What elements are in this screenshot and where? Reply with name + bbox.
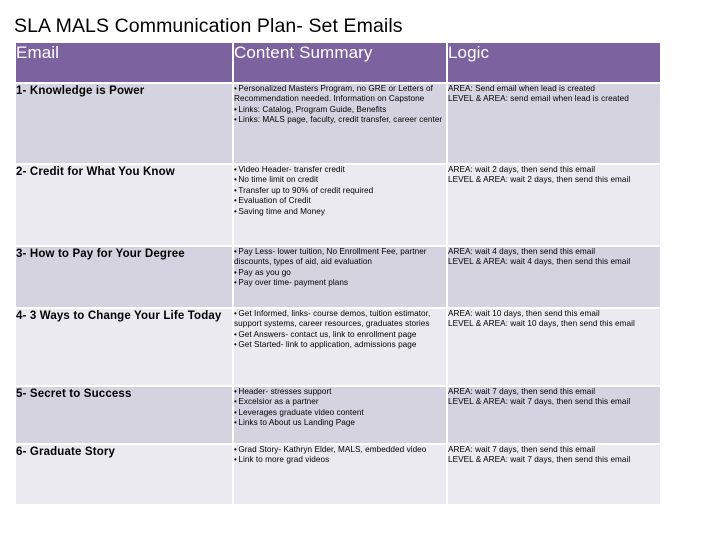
column-header-logic: Logic (446, 41, 662, 84)
cell-logic: AREA: wait 7 days, then send this email L… (446, 443, 662, 506)
table-body: 1- Knowledge is PowerPersonalized Master… (14, 82, 662, 506)
logic-line: LEVEL & AREA: wait 7 days, then send thi… (448, 455, 631, 465)
table-row: 4- 3 Ways to Change Your Life TodayGet I… (14, 307, 662, 387)
content-bullet: Saving time and Money (234, 207, 446, 217)
table-row: 2- Credit for What You KnowVideo Header-… (14, 163, 662, 247)
content-bullet: Links: MALS page, faculty, credit transf… (234, 115, 446, 125)
content-bullet: Link to more grad videos (234, 455, 446, 465)
content-bullet: Excelsior as a partner (234, 397, 446, 407)
table-header: Email Content Summary Logic (14, 41, 662, 84)
content-bullet: Evaluation of Credit (234, 196, 446, 206)
cell-content-summary: Get Informed, links- course demos, tuiti… (232, 307, 448, 387)
content-bullet: Transfer up to 90% of credit required (234, 186, 446, 196)
logic-line: AREA: wait 2 days, then send this email (448, 165, 596, 174)
cell-email: 4- 3 Ways to Change Your Life Today (14, 307, 234, 387)
cell-logic: AREA: wait 10 days, then send this email… (446, 307, 662, 387)
logic-line: LEVEL & AREA: wait 4 days, then send thi… (448, 257, 631, 267)
content-bullet: Pay Less- lower tuition, No Enrollment F… (234, 247, 446, 268)
logic-line: LEVEL & AREA: wait 10 days, then send th… (448, 319, 635, 329)
content-bullet: Pay over time- payment plans (234, 278, 446, 288)
communication-plan-table: Email Content Summary Logic 1- Knowledge… (14, 41, 662, 506)
table-row: 5- Secret to SuccessHeader- stresses sup… (14, 385, 662, 445)
column-header-content: Content Summary (232, 41, 448, 84)
content-bullet: No time limit on credit (234, 175, 446, 185)
cell-email: 2- Credit for What You Know (14, 163, 234, 247)
content-bullet: Video Header- transfer credit (234, 165, 446, 175)
content-bullet: Personalized Masters Program, no GRE or … (234, 84, 446, 105)
content-bullet: Header- stresses support (234, 387, 446, 397)
table-header-row: Email Content Summary Logic (14, 41, 662, 84)
table-row: 1- Knowledge is PowerPersonalized Master… (14, 82, 662, 165)
cell-logic: AREA: Send email when lead is created LEV… (446, 82, 662, 165)
content-bullet: Links: Catalog, Program Guide, Benefits (234, 105, 446, 115)
logic-line: LEVEL & AREA: wait 2 days, then send thi… (448, 175, 631, 185)
content-bullet: Get Informed, links- course demos, tuiti… (234, 309, 446, 330)
cell-email: 1- Knowledge is Power (14, 82, 234, 165)
logic-line: AREA: wait 4 days, then send this email (448, 247, 596, 256)
logic-line: LEVEL & AREA: wait 7 days, then send thi… (448, 397, 631, 407)
cell-email: 5- Secret to Success (14, 385, 234, 445)
cell-email: 6- Graduate Story (14, 443, 234, 506)
cell-email: 3- How to Pay for Your Degree (14, 245, 234, 309)
cell-content-summary: Header- stresses supportExcelsior as a p… (232, 385, 448, 445)
logic-line: AREA: wait 7 days, then send this email (448, 445, 596, 454)
content-bullet: Leverages graduate video content (234, 408, 446, 418)
cell-logic: AREA: wait 7 days, then send this email L… (446, 385, 662, 445)
page-title: SLA MALS Communication Plan- Set Emails (14, 15, 403, 37)
cell-content-summary: Grad Story- Kathryn Elder, MALS, embedde… (232, 443, 448, 506)
cell-content-summary: Pay Less- lower tuition, No Enrollment F… (232, 245, 448, 309)
content-bullet: Get Started- link to application, admiss… (234, 340, 446, 350)
content-bullet: Grad Story- Kathryn Elder, MALS, embedde… (234, 445, 446, 455)
content-bullet: Get Answers- contact us, link to enrollm… (234, 330, 446, 340)
table-row: 6- Graduate StoryGrad Story- Kathryn Eld… (14, 443, 662, 506)
content-bullet: Pay as you go (234, 268, 446, 278)
logic-line: LEVEL & AREA: send email when lead is cr… (448, 94, 629, 104)
logic-line: AREA: Send email when lead is created (448, 84, 596, 93)
logic-line: AREA: wait 7 days, then send this email (448, 387, 596, 396)
cell-content-summary: Video Header- transfer creditNo time lim… (232, 163, 448, 247)
slide-canvas: SLA MALS Communication Plan- Set Emails … (0, 0, 720, 540)
column-header-email: Email (14, 41, 234, 84)
cell-content-summary: Personalized Masters Program, no GRE or … (232, 82, 448, 165)
cell-logic: AREA: wait 2 days, then send this email L… (446, 163, 662, 247)
logic-line: AREA: wait 10 days, then send this email (448, 309, 600, 318)
table-row: 3- How to Pay for Your DegreePay Less- l… (14, 245, 662, 309)
cell-logic: AREA: wait 4 days, then send this email L… (446, 245, 662, 309)
content-bullet: Links to About us Landing Page (234, 418, 446, 428)
